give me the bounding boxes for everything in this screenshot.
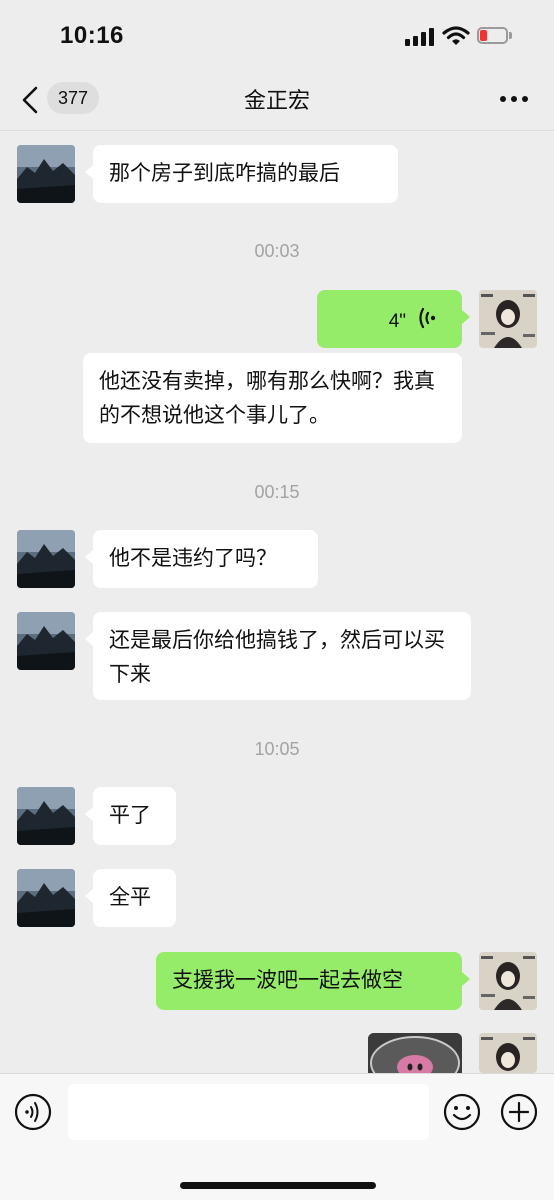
message-bubble-incoming[interactable]: 他不是违约了吗？ (85, 530, 318, 588)
emoji-icon[interactable] (443, 1093, 481, 1131)
contact-avatar[interactable] (17, 530, 75, 588)
message-bubble-incoming[interactable]: 他还没有卖掉，哪有那么快啊？我真的不想说他这个事儿了。 (83, 353, 462, 443)
home-indicator[interactable] (180, 1182, 376, 1189)
contact-avatar[interactable] (17, 787, 75, 845)
my-avatar[interactable] (479, 1033, 537, 1073)
status-bar: 10:16 (0, 0, 554, 70)
voice-message-icon (419, 307, 436, 329)
message-timestamp: 00:03 (254, 241, 300, 261)
image-message[interactable] (368, 1033, 462, 1073)
message-timestamp: 10:05 (254, 739, 300, 759)
message-bubble-outgoing[interactable]: 支援我一波吧一起去做空 (156, 952, 470, 1010)
wifi-icon (442, 26, 470, 45)
plus-icon[interactable] (500, 1093, 538, 1131)
message-input-bar (0, 1073, 554, 1200)
contact-avatar[interactable] (17, 145, 75, 203)
message-bubble-incoming[interactable]: 还是最后你给他搞钱了，然后可以买下来 (85, 612, 471, 700)
message-input[interactable] (68, 1084, 429, 1140)
message-bubble-incoming[interactable]: 那个房子到底咋搞的最后 (85, 145, 398, 203)
contact-avatar[interactable] (17, 612, 75, 670)
voice-toggle-icon[interactable] (14, 1093, 52, 1131)
status-time: 10:16 (60, 22, 124, 49)
my-avatar[interactable] (479, 952, 537, 1010)
chat-title: 金正宏 (243, 89, 310, 114)
voice-duration: 4" (388, 311, 406, 332)
cellular-signal-icon (405, 28, 435, 46)
message-bubble-incoming[interactable]: 平了 (85, 787, 176, 845)
message-timestamp: 00:15 (254, 482, 300, 502)
voice-message-bubble[interactable]: 4" (317, 290, 470, 348)
more-icon[interactable] (500, 96, 528, 102)
contact-avatar[interactable] (17, 869, 75, 927)
message-bubble-incoming[interactable]: 全平 (85, 869, 176, 927)
my-avatar[interactable] (479, 290, 537, 348)
chat-header: 377 金正宏 (0, 70, 554, 131)
battery-icon (477, 27, 513, 45)
